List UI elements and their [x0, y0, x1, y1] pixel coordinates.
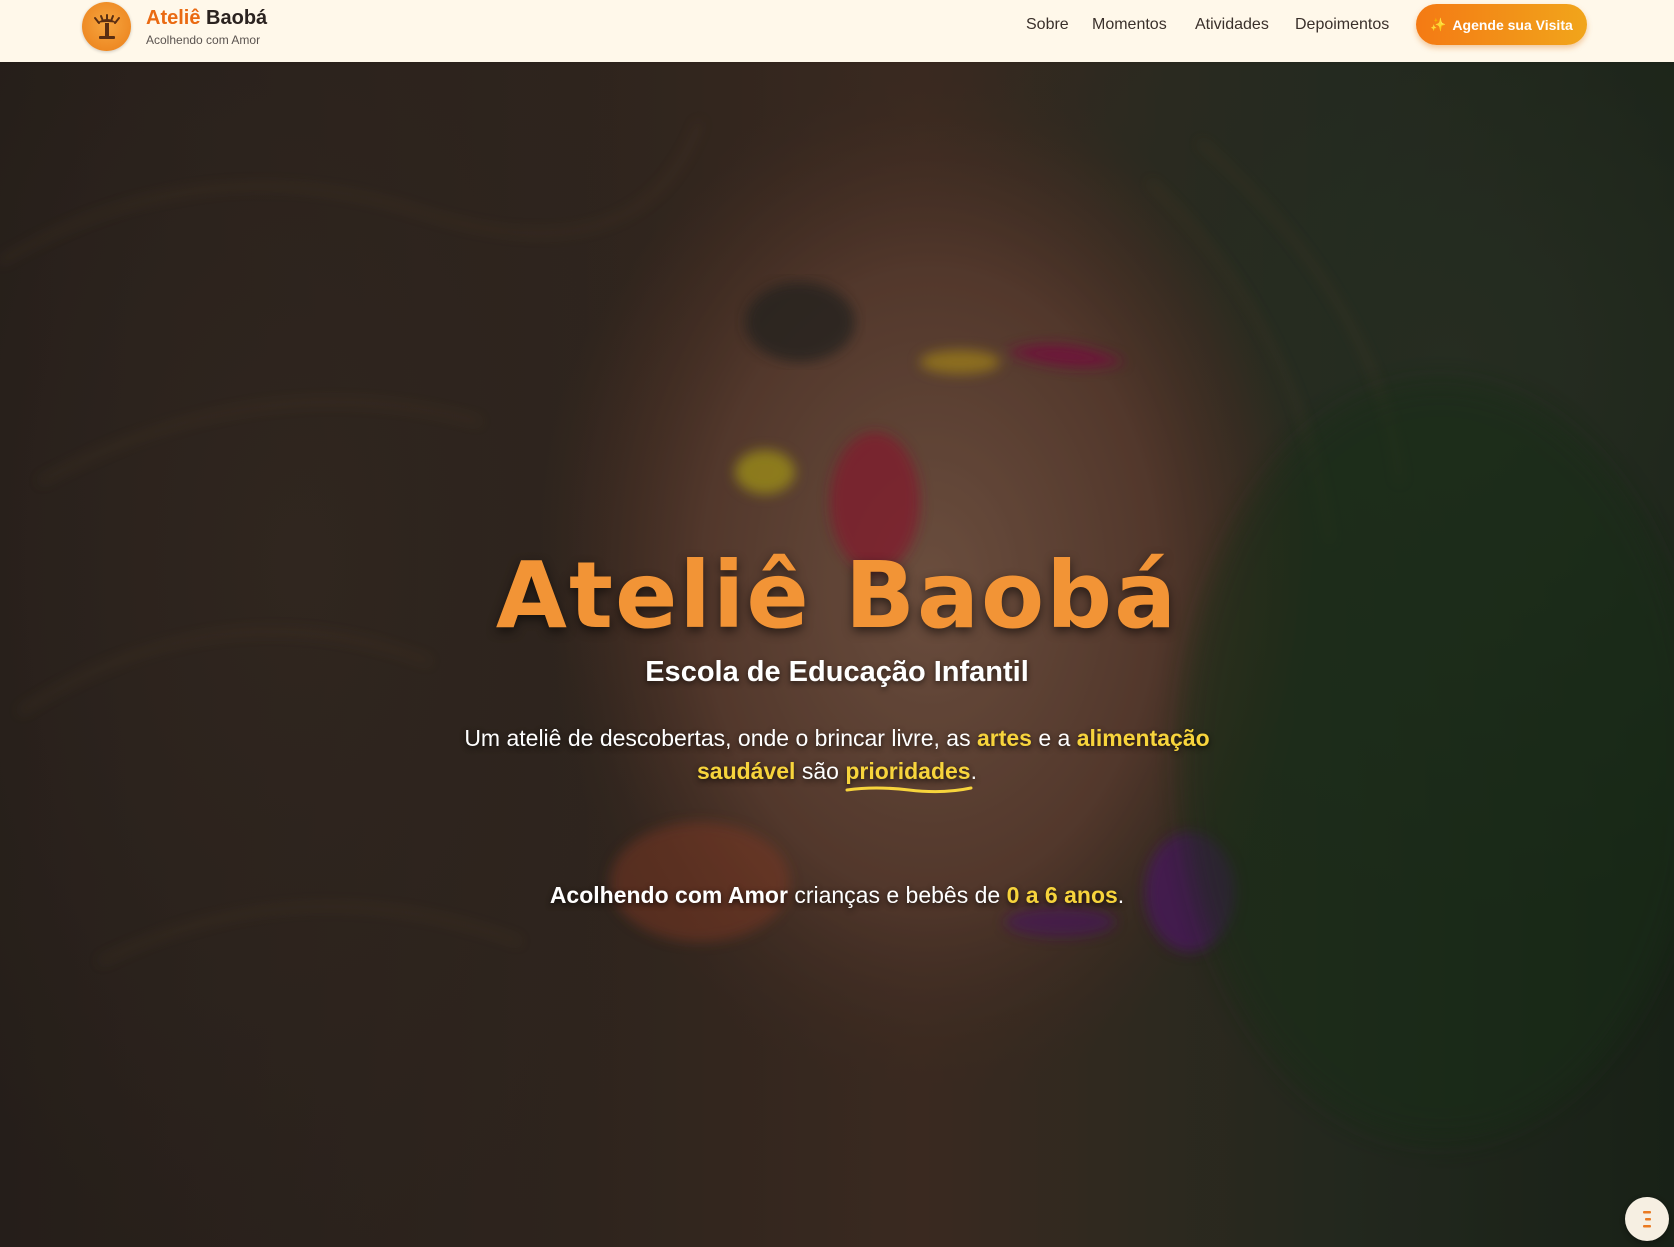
nav-link-atividades[interactable]: Atividades — [1195, 16, 1269, 34]
hero-desc-text: e a — [1038, 725, 1071, 751]
nav-link-sobre[interactable]: Sobre — [1026, 16, 1069, 34]
brand-logo-link[interactable]: Ateliê Baobá Acolhendo com Amor — [82, 2, 267, 51]
tagline-strong: Acolhendo com Amor — [549, 882, 788, 908]
highlight-prioridades: prioridades — [845, 755, 973, 794]
hero-subtitle: Escola de Educação Infantil — [645, 656, 1029, 688]
hero-title: Ateliê Baobá — [495, 542, 1179, 649]
highlight-age-range: 0 a 6 anos — [1006, 882, 1118, 908]
hero-description: Um ateliê de descobertas, onde o brincar… — [437, 722, 1237, 794]
hero-section: Ateliê Baobá Escola de Educação Infantil… — [0, 62, 1674, 1247]
brand-name-part1: Ateliê — [146, 7, 201, 29]
squiggle-underline — [845, 786, 973, 794]
brand-name: Ateliê Baobá — [146, 6, 267, 30]
hero-desc-period: . — [970, 758, 977, 784]
baobab-tree-icon — [82, 2, 131, 51]
brand-name-part2: Baobá — [206, 7, 268, 29]
tagline-text: crianças e bebês de — [794, 882, 1001, 908]
hero-tagline: Acolhendo com Amor crianças e bebês de 0… — [0, 882, 1674, 909]
highlight-prioridades-text: prioridades — [845, 758, 971, 784]
hero-desc-text: são — [801, 758, 839, 784]
hero-content: Ateliê Baobá Escola de Educação Infantil… — [0, 62, 1674, 1247]
highlight-artes: artes — [976, 725, 1032, 751]
hero-desc-text: Um ateliê de descobertas, onde o brincar… — [464, 725, 971, 751]
tagline-period: . — [1117, 882, 1125, 908]
brand-tagline: Acolhendo com Amor — [146, 33, 261, 47]
menu-icon — [1643, 1211, 1651, 1228]
nav-link-momentos[interactable]: Momentos — [1092, 16, 1167, 34]
schedule-visit-label: Agende sua Visita — [1452, 16, 1573, 33]
site-header: Ateliê Baobá Acolhendo com Amor Sobre Mo… — [0, 0, 1674, 62]
floating-menu-button[interactable] — [1625, 1197, 1669, 1241]
schedule-visit-button[interactable]: ✨ Agende sua Visita — [1416, 4, 1587, 45]
nav-link-depoimentos[interactable]: Depoimentos — [1295, 16, 1389, 34]
sparkles-icon: ✨ — [1430, 16, 1447, 32]
